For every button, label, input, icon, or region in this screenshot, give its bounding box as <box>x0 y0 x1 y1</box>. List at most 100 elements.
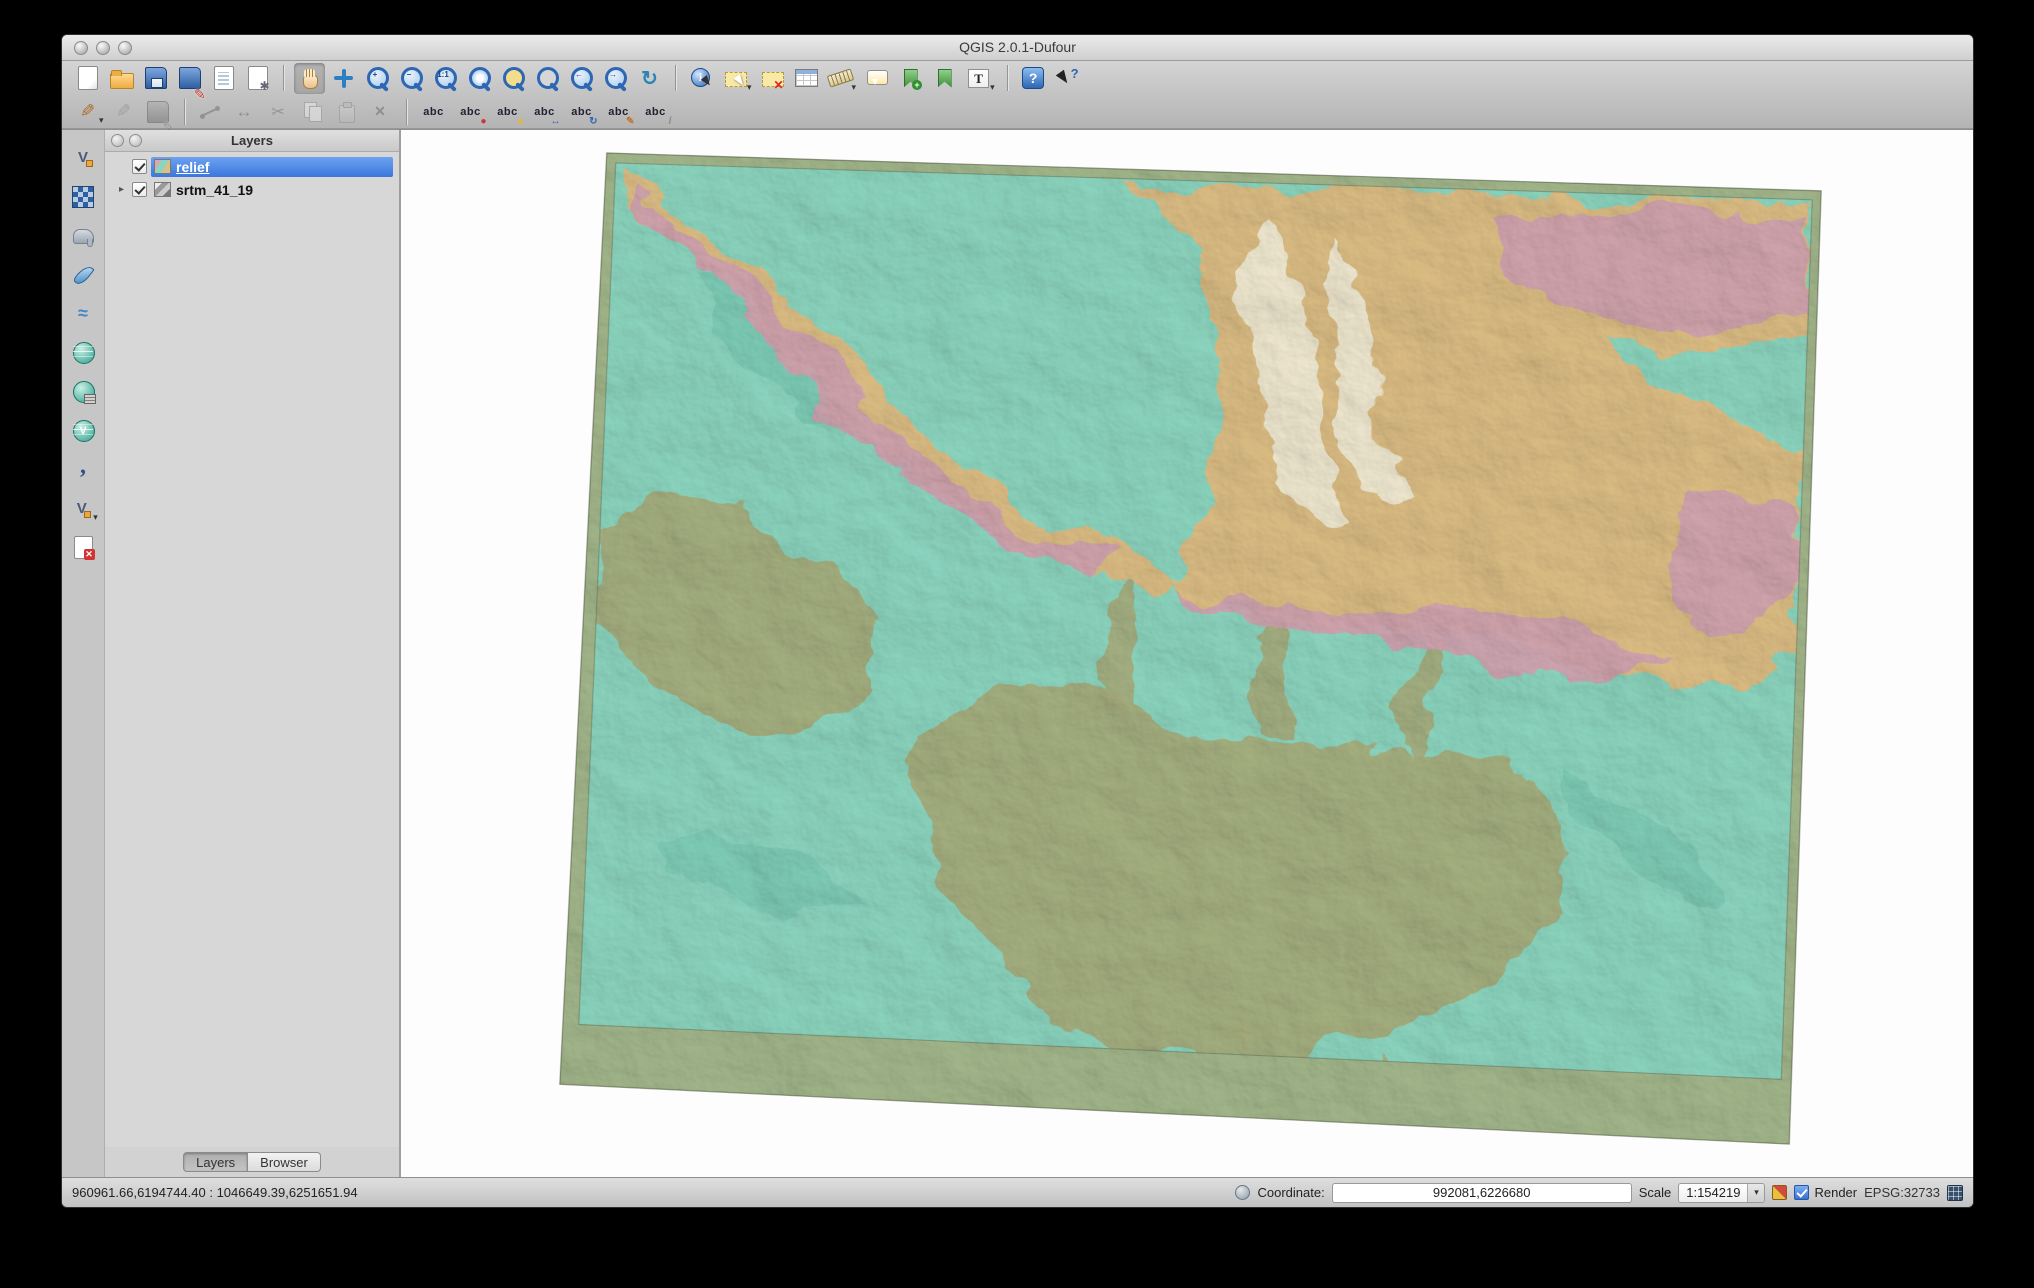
save-project-as-button[interactable] <box>174 63 205 94</box>
add-wfs-layer-button[interactable]: V <box>68 415 99 446</box>
add-wcs-layer-button[interactable] <box>68 376 99 407</box>
zoom-full-button[interactable] <box>464 63 495 94</box>
whats-this-button[interactable] <box>1052 63 1083 94</box>
main-area: V≈V,V▾ Layers relief▸srtm_41_19 LayersBr… <box>62 129 1973 1177</box>
add-vector-layer-button[interactable]: V <box>68 142 99 173</box>
zoom-full-icon <box>466 65 493 92</box>
node-tool-button[interactable] <box>195 96 226 127</box>
layer-row-relief[interactable]: relief <box>105 155 399 178</box>
layer-visibility-checkbox[interactable] <box>132 159 147 174</box>
toolbar-separator <box>283 65 284 91</box>
add-spatialite-layer-button[interactable] <box>68 259 99 290</box>
show-bookmarks-button[interactable] <box>929 63 960 94</box>
add-wms-layer-button[interactable] <box>68 337 99 368</box>
zoom-button[interactable] <box>118 41 132 55</box>
refresh-map-icon <box>636 65 663 92</box>
change-label-properties-button[interactable]: abc✎ <box>602 96 636 127</box>
composer-manager-icon <box>244 65 271 92</box>
new-print-composer-button[interactable] <box>208 63 239 94</box>
show-hide-labels-button[interactable]: abc/ <box>639 96 673 127</box>
toggle-editing-button[interactable] <box>109 96 140 127</box>
panel-close-button[interactable] <box>111 134 124 147</box>
stop-render-icon <box>1772 1185 1787 1200</box>
open-attribute-table-icon <box>793 65 820 92</box>
measure-button[interactable]: ▾ <box>825 63 859 94</box>
add-wfs-layer-label: V <box>79 425 86 437</box>
delete-selected-button[interactable] <box>365 96 396 127</box>
title-bar[interactable]: QGIS 2.0.1-Dufour <box>62 35 1973 61</box>
pan-to-selection-button[interactable] <box>328 63 359 94</box>
add-wcs-layer-icon <box>70 378 97 405</box>
deselect-features-button[interactable] <box>757 63 788 94</box>
zoom-in-label: + <box>367 70 383 79</box>
layer-row-srtm_41_19[interactable]: ▸srtm_41_19 <box>105 178 399 201</box>
highlight-pinned-labels-button[interactable]: abc● <box>491 96 525 127</box>
layer-visibility-checkbox[interactable] <box>132 182 147 197</box>
crs-projection-icon <box>1947 1185 1963 1201</box>
minimize-button[interactable] <box>96 41 110 55</box>
zoom-in-button[interactable]: + <box>362 63 393 94</box>
add-postgis-layer-button[interactable] <box>68 220 99 251</box>
zoom-last-button[interactable]: ← <box>566 63 597 94</box>
status-bar-controls: Coordinate: Scale 1:154219 ▾ Render EPSG… <box>1235 1183 1963 1203</box>
add-raster-layer-button[interactable] <box>68 181 99 212</box>
cut-features-button[interactable] <box>263 96 294 127</box>
paste-features-button[interactable] <box>331 96 362 127</box>
open-project-button[interactable] <box>106 63 137 94</box>
panel-tab-browser[interactable]: Browser <box>248 1152 321 1172</box>
coordinate-input[interactable] <box>1332 1183 1632 1203</box>
zoom-to-layer-button[interactable] <box>532 63 563 94</box>
current-edits-icon <box>74 98 101 125</box>
refresh-map-button[interactable] <box>634 63 665 94</box>
identify-features-button[interactable] <box>686 63 717 94</box>
map-tips-button[interactable] <box>861 63 892 94</box>
move-feature-button[interactable] <box>229 96 260 127</box>
add-delimited-text-layer-button[interactable]: , <box>68 454 99 485</box>
map-canvas[interactable] <box>401 130 1973 1177</box>
zoom-native-button[interactable]: 1:1 <box>430 63 461 94</box>
zoom-out-icon: − <box>398 65 425 92</box>
add-delimited-text-layer-label: , <box>80 462 86 470</box>
rotate-label-accent-icon: ↻ <box>589 116 597 127</box>
remove-layer-button[interactable] <box>68 532 99 563</box>
save-layer-edits-button[interactable] <box>143 96 174 127</box>
rotate-label-button[interactable]: abc↻ <box>565 96 599 127</box>
new-bookmark-button[interactable] <box>895 63 926 94</box>
coordinate-display-toggle-button[interactable] <box>1235 1185 1250 1200</box>
help-contents-button[interactable] <box>1018 63 1049 94</box>
add-spatialite-layer-icon <box>70 261 97 288</box>
labeling-button[interactable]: abc <box>417 96 451 127</box>
open-attribute-table-button[interactable] <box>791 63 822 94</box>
zoom-to-selection-icon <box>500 65 527 92</box>
qgis-window: QGIS 2.0.1-Dufour +−1:1←→▾▾▾ ▾abcabc●abc… <box>61 34 1974 1208</box>
move-label-button[interactable]: abc↔ <box>528 96 562 127</box>
expand-arrow-icon[interactable]: ▸ <box>115 184 128 195</box>
current-edits-button[interactable]: ▾ <box>72 96 106 127</box>
new-project-button[interactable] <box>72 63 103 94</box>
scale-dropdown-arrow-icon[interactable]: ▾ <box>1747 1184 1764 1202</box>
deselect-features-icon <box>759 65 786 92</box>
zoom-to-selection-button[interactable] <box>498 63 529 94</box>
add-mssql-layer-icon: ≈ <box>70 300 97 327</box>
toolbar-separator <box>184 99 185 125</box>
composer-manager-button[interactable] <box>242 63 273 94</box>
select-features-button[interactable]: ▾ <box>720 63 754 94</box>
stop-render-button[interactable] <box>1772 1185 1787 1200</box>
text-annotation-button[interactable]: ▾ <box>963 63 997 94</box>
save-project-button[interactable] <box>140 63 171 94</box>
main-toolbar: + −1:1 ← → ▾ ▾ ▾ <box>62 61 1973 95</box>
pin-labels-button[interactable]: abc● <box>454 96 488 127</box>
close-button[interactable] <box>74 41 88 55</box>
zoom-out-button[interactable]: − <box>396 63 427 94</box>
add-mssql-layer-button[interactable]: ≈ <box>68 298 99 329</box>
render-checkbox[interactable] <box>1794 1185 1809 1200</box>
crs-status-button[interactable] <box>1947 1185 1963 1201</box>
zoom-next-button[interactable]: → <box>600 63 631 94</box>
copy-features-button[interactable] <box>297 96 328 127</box>
new-vector-layer-button[interactable]: V▾ <box>66 493 100 524</box>
scale-combobox[interactable]: 1:154219 ▾ <box>1678 1183 1765 1203</box>
pan-map-button[interactable] <box>294 63 325 94</box>
panel-tab-layers[interactable]: Layers <box>183 1152 248 1172</box>
panel-float-button[interactable] <box>129 134 142 147</box>
zoom-next-label: → <box>605 70 621 79</box>
